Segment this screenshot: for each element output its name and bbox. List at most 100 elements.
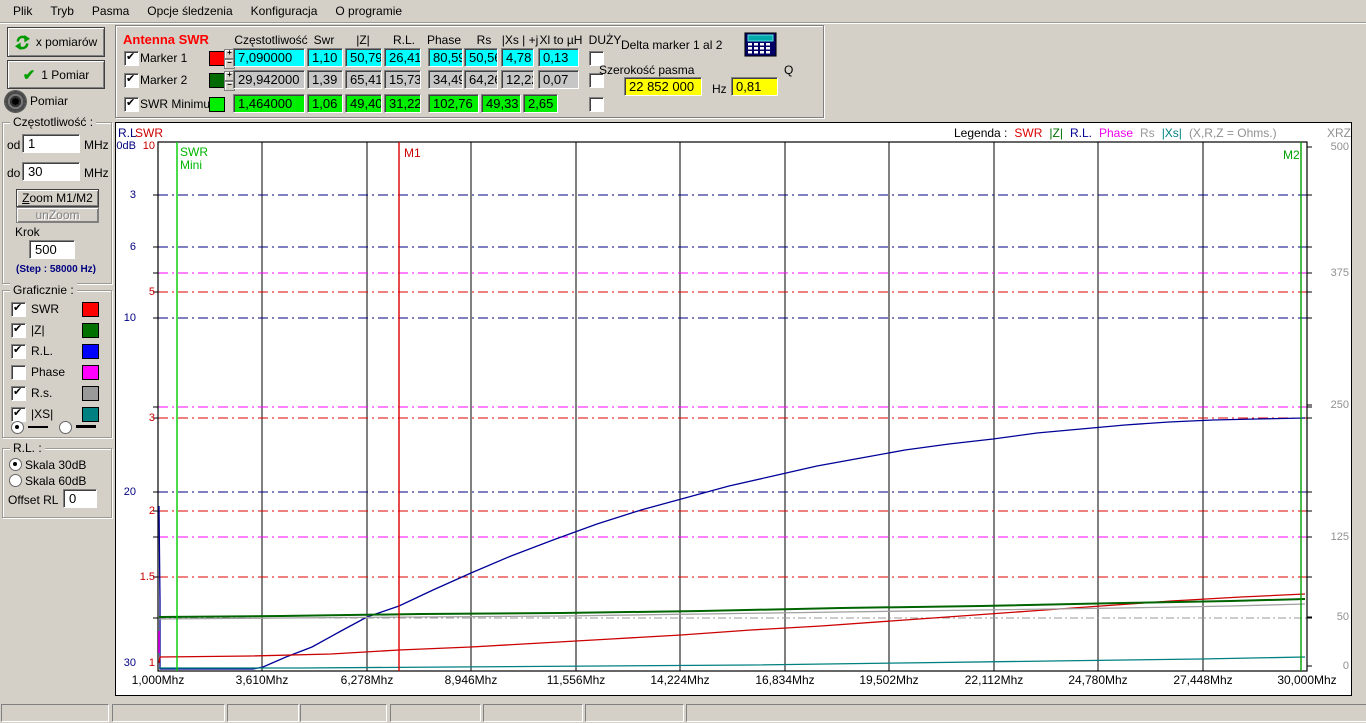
menu-item-tryb[interactable]: Tryb [41,1,83,21]
marker-1-value-7[interactable]: 0,13 [538,48,579,67]
bandwidth-unit: Hz [712,82,727,96]
trace-swr-color-swatch [82,302,99,317]
from-label: od [7,138,21,152]
step-input[interactable]: 500 [29,240,75,259]
marker-1-value-1[interactable]: 1,10 [307,48,343,67]
menu-item-pasma[interactable]: Pasma [83,1,138,21]
offset-rl-label: Offset RL [8,493,59,507]
offset-rl-input[interactable]: 0 [63,489,97,508]
refresh-icon [14,34,30,50]
marker-1-checkbox[interactable] [124,51,139,66]
swr-minimu-label: SWR Minimu [140,97,211,111]
marker-2-value-6[interactable]: 12,22 [501,70,534,89]
x-axis-tick-label: 22,112Mhz [964,673,1024,687]
thin-line-radio[interactable] [11,421,24,434]
trace-phase-label: Phase [31,365,66,379]
menu-item-konfiguracja[interactable]: Konfiguracja [242,1,327,21]
trace-swr-checkbox[interactable] [11,302,26,317]
status-bar [0,701,1366,723]
swr-minimu-value-2[interactable]: 49,40 [345,94,382,113]
swr-minimu-value-5[interactable]: 49,33 [481,94,521,113]
swr-minimu-value-1[interactable]: 1,06 [307,94,343,113]
scale-60db-radio[interactable] [9,474,22,487]
status-cell-7 [686,704,1366,722]
bandwidth-label: Szerokość pasma [599,63,695,77]
graph-group: Graficznie : SWR |Z| R.L. Phase R.s. |XS| [2,283,112,438]
swr-axis-tick-label: 10 [142,140,155,152]
x-axis-tick-label: 24,780Mhz [1068,673,1128,687]
bandwidth-field[interactable]: 22 852 000 [624,77,702,96]
trace-xs-checkbox[interactable] [11,407,26,422]
marker-1-value-5[interactable]: 50,56 [464,48,498,67]
menu-item-plik[interactable]: Plik [4,1,41,21]
x-axis-tick-label: 19,502Mhz [859,673,919,687]
trace-swr-label: SWR [31,302,59,316]
marker-2-value-1[interactable]: 1,39 [307,70,343,89]
swr-minimu-checkbox[interactable] [124,97,139,112]
swr-minimu-value-0[interactable]: 1,464000 [233,94,305,113]
marker-2-value-2[interactable]: 65,41 [345,70,382,89]
single-measure-label: 1 Pomiar [41,67,90,82]
scale-60db-label: Skala 60dB [25,474,87,488]
rl-axis-tick-label: 10 [123,312,136,324]
from-input[interactable]: 1 [22,134,80,153]
zoom-m1-m2-button[interactable]: Zoom M1/M2 [16,189,99,207]
thick-line-radio[interactable] [59,421,72,434]
rs-curve [158,603,1306,620]
unzoom-button[interactable]: unZoom [16,207,99,223]
m1-marker-label: M1 [404,146,421,160]
x-axis-tick-label: 30,000Mhz [1277,673,1337,687]
swr-minimu-value-3[interactable]: 31,22 [384,94,421,113]
swr-minimu-duzy-checkbox[interactable] [589,97,604,112]
x-axis-tick-label: 11,556Mhz [546,673,606,687]
q-field[interactable]: 0,81 [731,77,778,96]
x-axis-tick-label: 3,610Mhz [235,673,289,687]
swr-minimu-value-4[interactable]: 102,76 [428,94,479,113]
m2-marker-label: M2 [1283,148,1300,162]
single-measure-button[interactable]: ✔ 1 Pomiar [7,60,105,89]
from-unit: MHz [84,138,109,152]
calculator-icon[interactable] [744,32,777,57]
marker-1-value-4[interactable]: 80,59 [428,48,463,67]
marker-1-value-3[interactable]: 26,41 [384,48,421,67]
swr-axis-tick-label: 2 [148,505,155,517]
trace-z-checkbox[interactable] [11,323,26,338]
check-icon: ✔ [22,66,36,84]
marker-2-checkbox[interactable] [124,73,139,88]
to-label: do [7,166,21,180]
marker-1-value-0[interactable]: 7,090000 [233,48,305,67]
chart-panel: R.L SWR Legenda : SWR |Z| R.L. Phase Rs |Xs| … [115,122,1352,696]
swr-axis-tick-label: 1.5 [139,571,155,583]
plot-svg[interactable] [116,123,1353,697]
trace-phase-checkbox[interactable] [11,365,26,380]
menu-item-opcje-ledzenia[interactable]: Opcje śledzenia [138,1,241,21]
column-header: Xl to µH [539,33,583,47]
multi-measure-button[interactable]: x pomiarów [7,27,105,57]
legend-item-rs: Rs [1140,126,1155,140]
scale-30db-radio[interactable] [9,458,22,471]
marker-2-value-7[interactable]: 0,07 [538,70,579,89]
swr-minimu-value-6[interactable]: 2,65 [523,94,558,113]
trace-rl-checkbox[interactable] [11,344,26,359]
step-info: (Step : 58000 Hz) [15,264,97,275]
trace-rs-label: R.s. [31,386,53,400]
marker-2-label: Marker 2 [140,73,188,87]
rl-axis-tick-label: 30 [123,657,136,669]
rl-axis-tick-label: 20 [123,486,136,498]
marker-2-value-5[interactable]: 64,26 [464,70,498,89]
marker-1-value-2[interactable]: 50,79 [345,48,382,67]
marker-1-value-6[interactable]: 4,78 [501,48,534,67]
column-header: Phase [426,33,462,47]
panel-title: Antenna SWR [123,32,209,47]
x-axis-tick-label: 8,946Mhz [444,673,498,687]
trace-rs-checkbox[interactable] [11,386,26,401]
rl-axis-tick-label: 0dB [116,140,136,152]
menu-item-o-programie[interactable]: O programie [326,1,411,21]
marker-2-value-0[interactable]: 29,942000 [233,70,305,89]
marker-2-value-4[interactable]: 34,49 [428,70,463,89]
x-axis-tick-label: 14,224Mhz [650,673,710,687]
measure-knob-icon[interactable] [4,90,27,113]
marker-2-value-3[interactable]: 15,73 [384,70,421,89]
x-axis-tick-label: 16,834Mhz [755,673,815,687]
to-input[interactable]: 30 [22,162,80,181]
